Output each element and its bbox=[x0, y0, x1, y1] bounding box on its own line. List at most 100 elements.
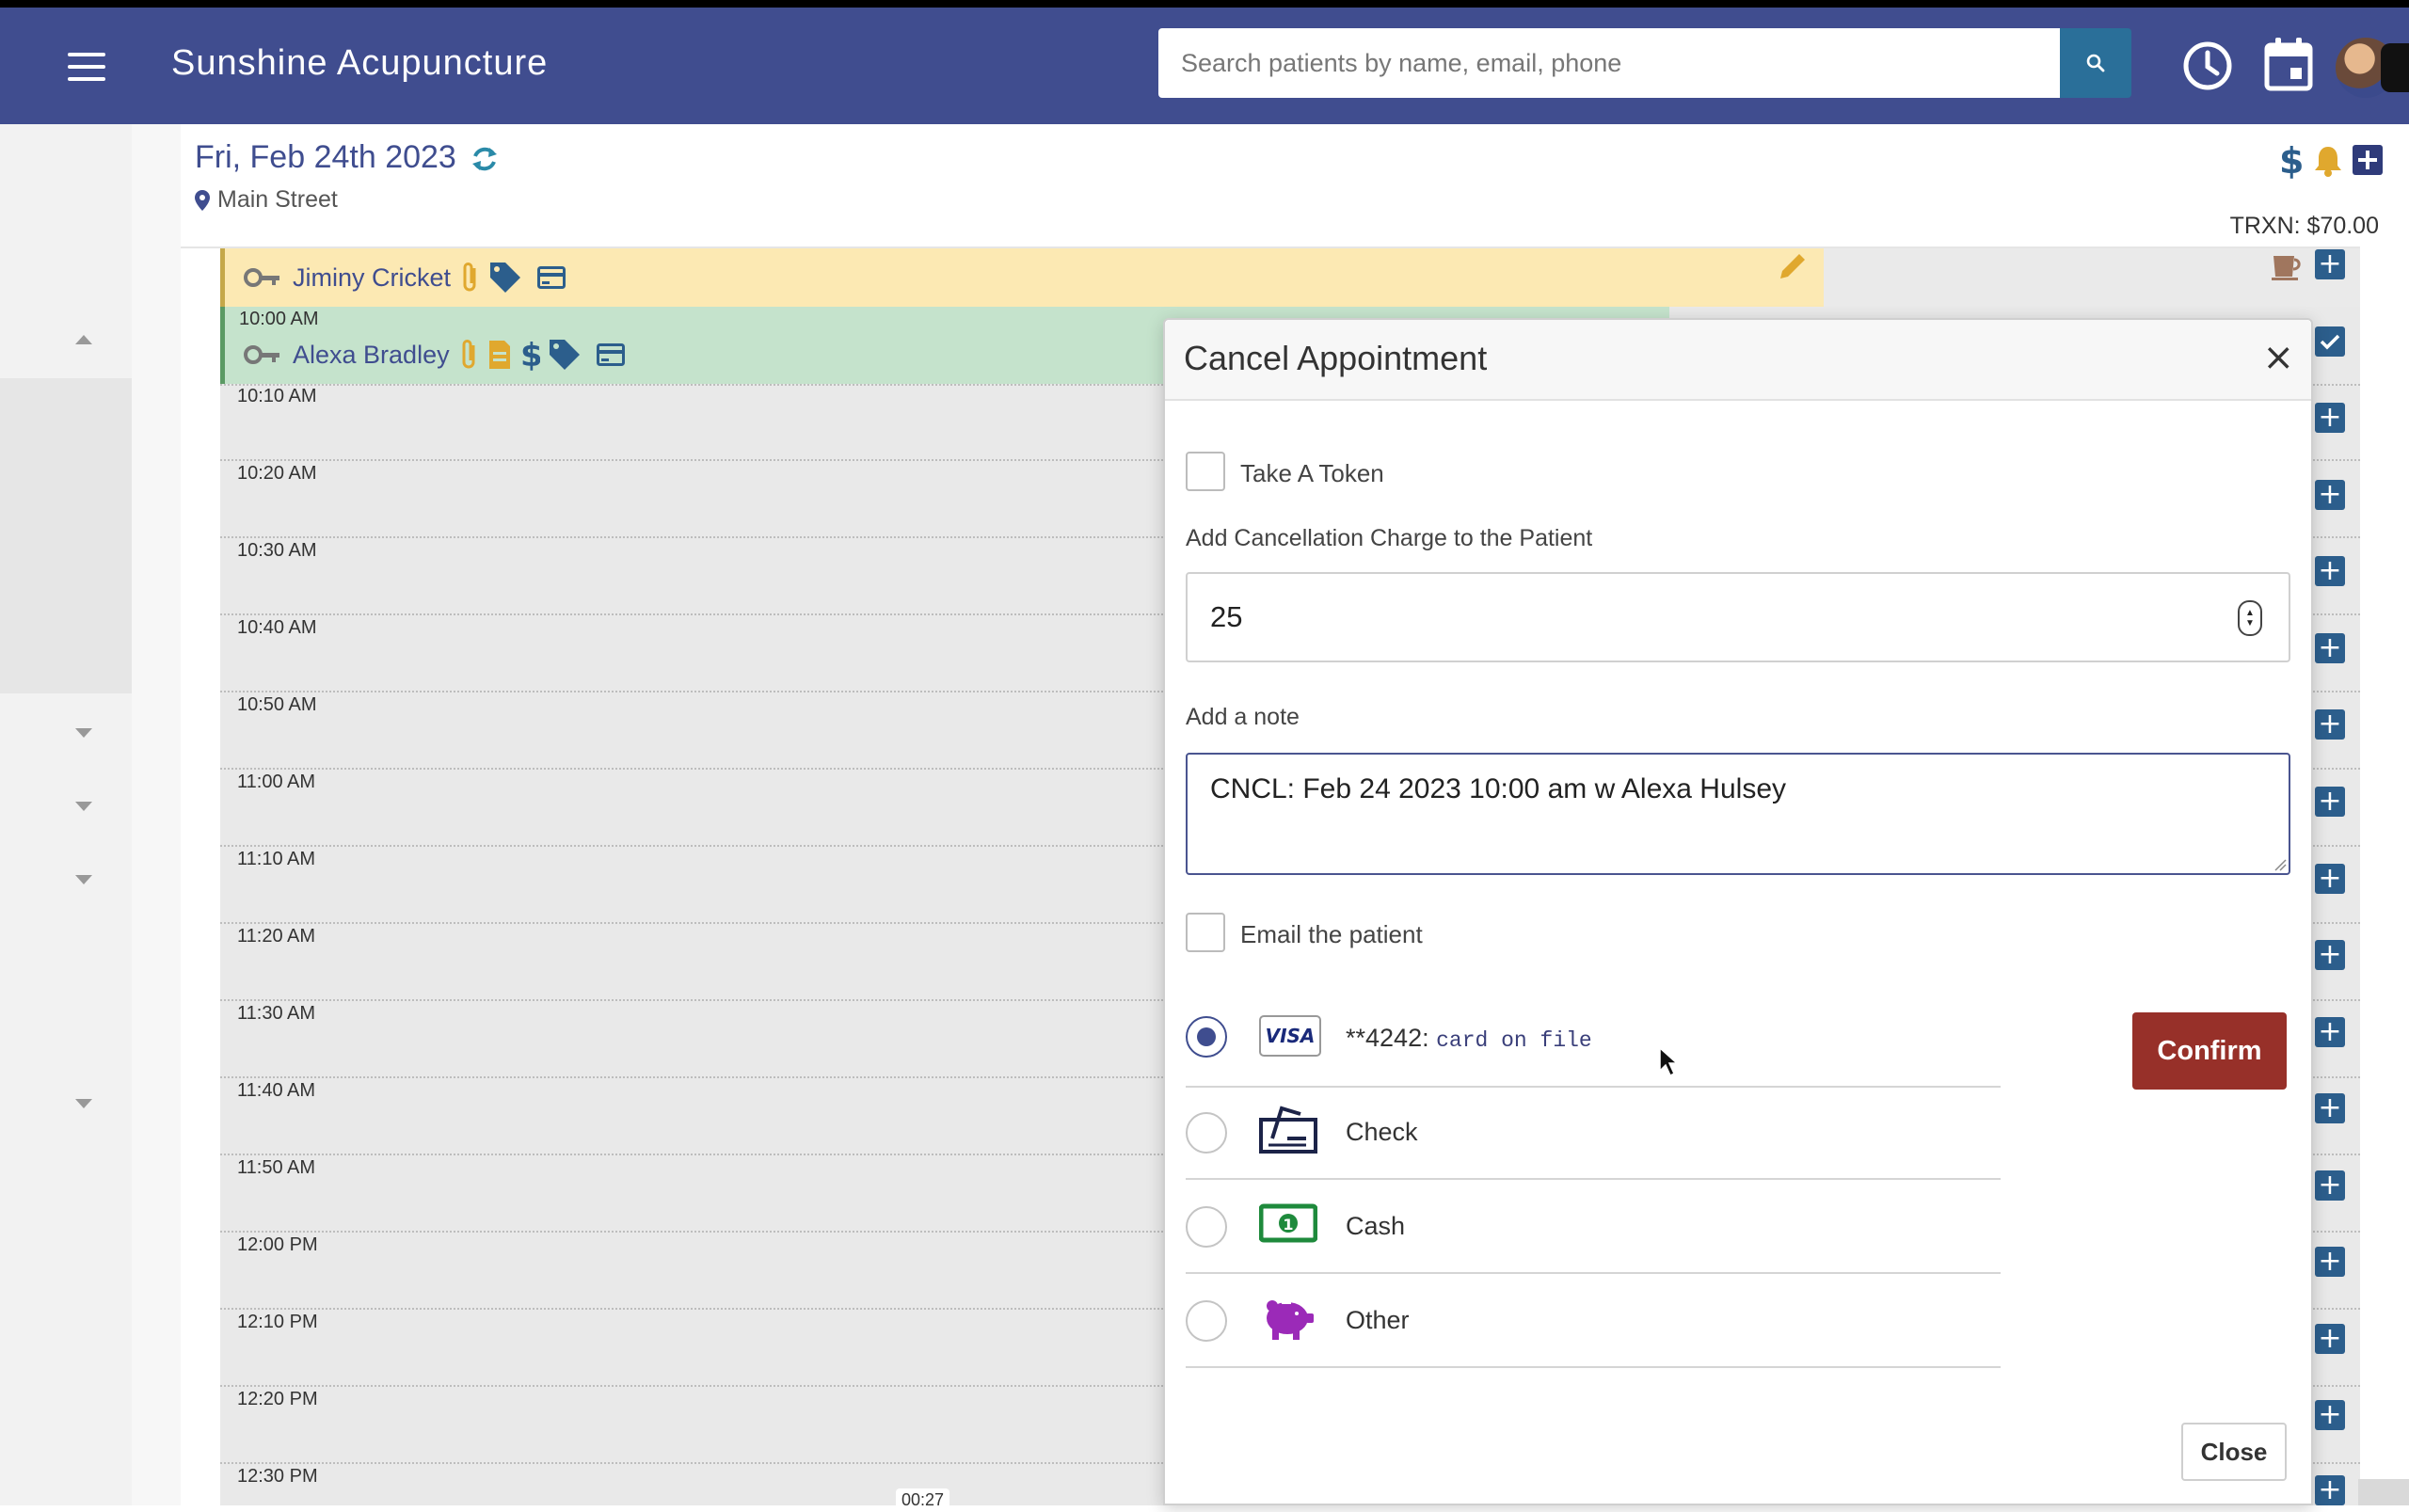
clock-icon[interactable] bbox=[2181, 40, 2234, 97]
video-timestamp: 00:27 bbox=[896, 1488, 950, 1512]
time-slot-label: 11:50 AM bbox=[237, 1157, 316, 1178]
patient-name[interactable]: Jiminy Cricket bbox=[293, 263, 451, 293]
tag-icon bbox=[490, 263, 521, 293]
edit-pencil-icon[interactable] bbox=[1777, 250, 1809, 287]
brand-title[interactable]: Sunshine Acupuncture bbox=[171, 43, 548, 84]
add-slot-button[interactable]: + bbox=[2315, 1400, 2345, 1430]
screen-share-tab[interactable] bbox=[2381, 43, 2409, 92]
add-slot-button[interactable]: + bbox=[2315, 556, 2345, 586]
add-slot-button[interactable]: + bbox=[2315, 1017, 2345, 1047]
time-slot-label: 12:30 PM bbox=[237, 1466, 318, 1487]
bell-icon[interactable] bbox=[2313, 145, 2343, 182]
tag-icon bbox=[549, 340, 580, 370]
paperclip-icon bbox=[463, 263, 476, 292]
resize-grip-icon[interactable] bbox=[2273, 858, 2287, 871]
cancel-appointment-modal: Cancel Appointment × Take A Token Add Ca… bbox=[1163, 318, 2313, 1505]
time-slot-label: 11:00 AM bbox=[237, 772, 316, 792]
credit-card-icon bbox=[537, 266, 566, 289]
coffee-cup-icon bbox=[2270, 248, 2304, 287]
note-textarea[interactable]: CNCL: Feb 24 2023 10:00 am w Alexa Hulse… bbox=[1186, 753, 2290, 875]
payment-radio[interactable] bbox=[1186, 1300, 1227, 1342]
time-slot-label: 10:10 AM bbox=[237, 386, 317, 406]
location-label: Main Street bbox=[195, 186, 338, 214]
top-navbar: Sunshine Acupuncture bbox=[0, 8, 2409, 124]
time-slot-label: 12:20 PM bbox=[237, 1389, 318, 1409]
add-slot-button[interactable]: + bbox=[2315, 1324, 2345, 1354]
search-icon bbox=[2086, 54, 2105, 72]
time-slot-label: 11:40 AM bbox=[237, 1080, 316, 1101]
add-slot-button[interactable]: + bbox=[2315, 1247, 2345, 1277]
sidebar-expand-caret-icon[interactable] bbox=[75, 728, 92, 738]
time-slot-label: 10:20 AM bbox=[237, 463, 317, 484]
calendar-icon[interactable] bbox=[2264, 36, 2313, 97]
time-slot-label: 11:10 AM bbox=[237, 849, 316, 869]
payment-label: **4242: card on file bbox=[1346, 1024, 1592, 1053]
take-token-label: Take A Token bbox=[1240, 459, 1384, 487]
add-slot-button[interactable]: + bbox=[2315, 709, 2345, 740]
sidebar-expand-caret-icon[interactable] bbox=[75, 875, 92, 884]
email-patient-label: Email the patient bbox=[1240, 920, 1423, 948]
patient-search-input[interactable] bbox=[1158, 28, 2060, 98]
add-appointment-icon[interactable] bbox=[2353, 145, 2383, 180]
svg-text:1: 1 bbox=[1283, 1216, 1293, 1233]
check-icon bbox=[1259, 1106, 1317, 1154]
payment-radio[interactable] bbox=[1186, 1206, 1227, 1248]
payment-option-card[interactable]: VISA **4242: card on file bbox=[1186, 994, 2001, 1088]
menu-icon[interactable] bbox=[68, 53, 105, 83]
sidebar-expand-caret-icon[interactable] bbox=[75, 802, 92, 811]
appointment-time: 10:00 AM bbox=[239, 309, 319, 329]
refresh-icon[interactable] bbox=[471, 144, 499, 179]
email-patient-checkbox[interactable] bbox=[1186, 913, 1225, 952]
add-slot-button[interactable]: + bbox=[2315, 403, 2345, 433]
payment-radio[interactable] bbox=[1186, 1016, 1227, 1058]
add-slot-button[interactable]: + bbox=[2315, 1093, 2345, 1123]
add-slot-button[interactable]: + bbox=[2315, 787, 2345, 817]
card-last-four: **4242: bbox=[1346, 1024, 1429, 1052]
modal-title: Cancel Appointment bbox=[1184, 339, 1488, 377]
charge-value: 25 bbox=[1210, 600, 1243, 633]
calendar-gutter bbox=[132, 124, 181, 1505]
time-slot-label: 12:00 PM bbox=[237, 1234, 318, 1255]
cash-icon: 1 bbox=[1259, 1203, 1317, 1243]
close-icon[interactable]: × bbox=[2262, 339, 2294, 376]
close-button[interactable]: Close bbox=[2181, 1423, 2287, 1481]
confirm-button[interactable]: Confirm bbox=[2132, 1012, 2287, 1090]
add-slot-button[interactable]: + bbox=[2315, 1170, 2345, 1201]
appointment-jiminy-cricket[interactable]: Jiminy Cricket bbox=[220, 248, 1824, 307]
add-slot-button[interactable]: + bbox=[2315, 1475, 2345, 1505]
sidebar-collapse-caret-icon[interactable] bbox=[75, 335, 92, 344]
search-button[interactable] bbox=[2060, 28, 2131, 98]
svg-text:$: $ bbox=[520, 338, 540, 372]
add-slot-button[interactable]: + bbox=[2315, 940, 2345, 970]
add-slot-button[interactable]: + bbox=[2315, 480, 2345, 510]
time-slot-label: 10:30 AM bbox=[237, 540, 317, 561]
modal-header: Cancel Appointment × bbox=[1165, 320, 2311, 401]
svg-text:VISA: VISA bbox=[1266, 1025, 1316, 1047]
key-icon bbox=[244, 345, 279, 364]
svg-text:$: $ bbox=[2279, 143, 2302, 179]
scroll-corner bbox=[2358, 1479, 2409, 1505]
note-label: Add a note bbox=[1186, 704, 1300, 730]
add-slot-button[interactable]: + bbox=[2315, 633, 2345, 663]
checkin-check-icon[interactable] bbox=[2315, 326, 2345, 357]
dollar-icon: $ bbox=[520, 338, 540, 372]
add-slot-button[interactable]: + bbox=[2315, 864, 2345, 894]
visa-card-icon: VISA bbox=[1259, 1015, 1321, 1057]
cancellation-charge-input[interactable]: 25 ▲ ▼ bbox=[1186, 572, 2290, 662]
take-token-checkbox[interactable] bbox=[1186, 452, 1225, 491]
number-stepper-icon[interactable]: ▲ ▼ bbox=[2238, 600, 2262, 636]
transaction-total: TRXN: $70.00 bbox=[2229, 213, 2379, 239]
payment-option-other[interactable]: Other bbox=[1186, 1274, 2001, 1368]
dollar-icon[interactable]: $ bbox=[2277, 140, 2304, 183]
location-name: Main Street bbox=[217, 186, 338, 213]
mouse-pointer-icon bbox=[1659, 1046, 1679, 1077]
payment-option-cash[interactable]: 1 Cash bbox=[1186, 1180, 2001, 1274]
paperclip-icon bbox=[462, 340, 475, 369]
add-slot-button[interactable]: + bbox=[2315, 249, 2345, 279]
payment-radio[interactable] bbox=[1186, 1112, 1227, 1154]
sidebar-expand-caret-icon[interactable] bbox=[75, 1099, 92, 1108]
patient-name[interactable]: Alexa Bradley bbox=[293, 341, 450, 370]
payment-option-check[interactable]: Check bbox=[1186, 1086, 2001, 1180]
piggy-bank-icon bbox=[1267, 1300, 1314, 1340]
payment-label: Check bbox=[1346, 1118, 1418, 1146]
